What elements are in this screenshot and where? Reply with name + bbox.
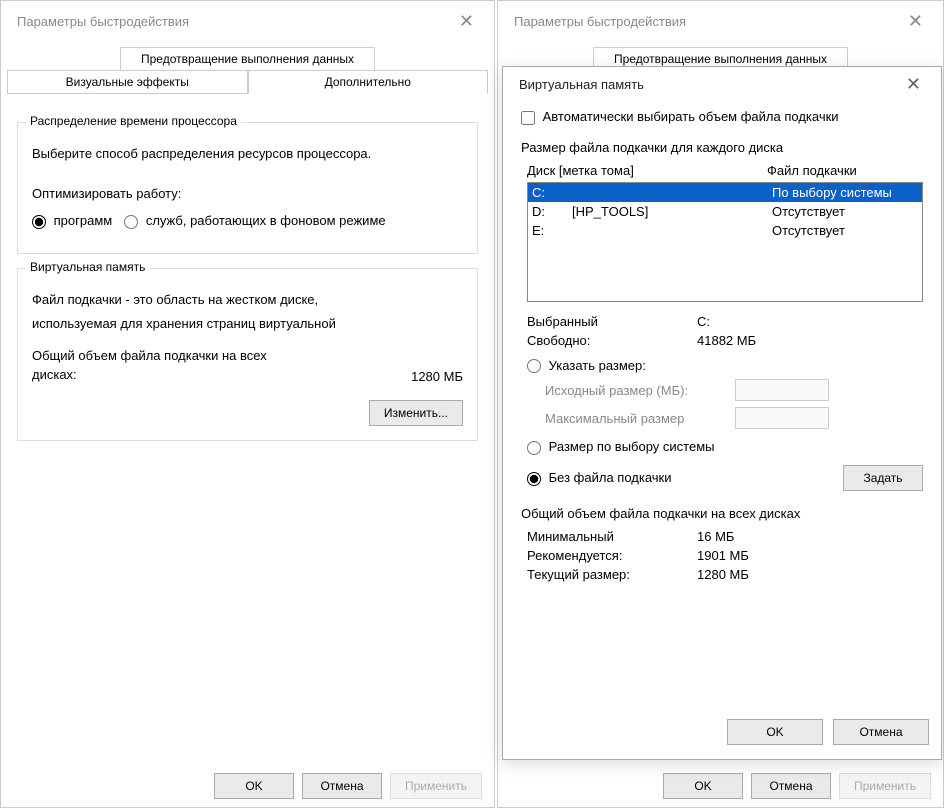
total-pf-header: Общий объем файла подкачки на всех диска… [521,505,923,523]
ok-button-2[interactable]: OK [663,773,743,799]
auto-manage-checkbox-input[interactable] [521,111,535,125]
titlebar: Параметры быстродействия ✕ [1,1,494,41]
radio-custom-size-label: Указать размер: [549,358,646,373]
radio-system-managed-label: Размер по выбору системы [549,439,715,454]
initial-size-label: Исходный размер (МБ): [545,383,735,398]
set-button[interactable]: Задать [843,465,923,491]
drive-letter: D: [532,204,572,219]
vm-dialog-title: Виртуальная память [519,77,896,92]
drive-row[interactable]: C: По выбору системы [528,183,922,202]
recommended-label: Рекомендуется: [527,548,697,563]
radio-no-pagefile-input[interactable] [527,472,541,486]
radio-no-pagefile[interactable]: Без файла подкачки [527,470,843,486]
radio-services[interactable]: служб, работающих в фоновом режиме [124,213,385,229]
drive-label: [HP_TOOLS] [572,204,772,219]
initial-size-input [735,379,829,401]
cancel-button-2[interactable]: Отмена [751,773,831,799]
cpu-scheduling-group: Распределение времени процессора Выберит… [17,122,478,254]
ok-button[interactable]: OK [214,773,294,799]
tab-dep[interactable]: Предотвращение выполнения данных [120,47,375,70]
radio-programs-label: программ [54,213,113,228]
close-icon-2[interactable]: ✕ [898,5,933,38]
drive-pagefile: По выбору системы [772,185,918,200]
vm-cancel-button[interactable]: Отмена [833,719,929,745]
vm-titlebar: Виртуальная память ✕ [503,67,941,101]
vm-desc-2: используемая для хранения страниц виртуа… [32,315,463,333]
drive-list[interactable]: C: По выбору системы D:[HP_TOOLS]Отсутству… [527,182,923,302]
drive-letter: E: [532,223,572,238]
radio-services-label: служб, работающих в фоновом режиме [146,213,386,228]
change-button[interactable]: Изменить... [369,400,463,426]
drive-pagefile: Отсутствует [772,223,918,238]
virtual-memory-group: Виртуальная память Файл подкачки - это о… [17,268,478,441]
radio-services-input[interactable] [124,215,138,229]
performance-options-window-1: Параметры быстродействия ✕ Предотвращени… [0,0,495,808]
radio-custom-size-input[interactable] [527,359,541,373]
min-allowed-value: 16 МБ [697,529,734,544]
radio-programs[interactable]: программ [32,213,112,229]
vm-group-title: Виртуальная память [26,260,149,274]
apply-button: Применить [390,773,482,799]
drive-row[interactable]: E: Отсутствует [528,221,922,240]
drive-label [572,223,772,238]
cpu-desc: Выберите способ распределения ресурсов п… [32,145,463,163]
free-space-label: Свободно: [527,333,697,348]
close-icon-vm[interactable]: ✕ [896,68,931,101]
virtual-memory-dialog: Виртуальная память ✕ Автоматически выбир… [502,66,942,760]
pf-per-drive-label: Размер файла подкачки для каждого диска [521,139,923,157]
radio-system-managed[interactable]: Размер по выбору системы [527,439,715,454]
selected-drive-value: C: [697,314,710,329]
min-allowed-label: Минимальный [527,529,697,544]
window-title-2: Параметры быстродействия [514,14,898,29]
radio-programs-input[interactable] [32,215,46,229]
vm-desc-1: Файл подкачки - это область на жестком д… [32,291,463,309]
window-title: Параметры быстродействия [17,14,449,29]
tab-advanced[interactable]: Дополнительно [248,70,489,94]
tab-visual-effects[interactable]: Визуальные эффекты [7,70,248,94]
cancel-button[interactable]: Отмена [302,773,382,799]
radio-no-pagefile-label: Без файла подкачки [549,470,672,485]
max-size-input [735,407,829,429]
vm-total-label-1: Общий объем файла подкачки на всех [32,347,353,365]
drive-label [572,185,772,200]
cpu-group-title: Распределение времени процессора [26,114,241,128]
close-icon[interactable]: ✕ [449,5,484,38]
col-pagefile: Файл подкачки [767,163,857,178]
vm-ok-button[interactable]: OK [727,719,823,745]
drive-row[interactable]: D:[HP_TOOLS]Отсутствует [528,202,922,221]
vm-total-value: 1280 МБ [353,369,463,384]
radio-custom-size[interactable]: Указать размер: [527,358,646,373]
radio-system-managed-input[interactable] [527,441,541,455]
vm-total-label-2: дисках: [32,366,353,384]
free-space-value: 41882 МБ [697,333,756,348]
auto-manage-label: Автоматически выбирать объем файла подка… [543,109,839,124]
col-drive: Диск [метка тома] [527,163,767,178]
current-label: Текущий размер: [527,567,697,582]
auto-manage-checkbox[interactable]: Автоматически выбирать объем файла подка… [521,109,839,124]
recommended-value: 1901 МБ [697,548,749,563]
drive-letter: C: [532,185,572,200]
apply-button-2: Применить [839,773,931,799]
max-size-label: Максимальный размер [545,411,735,426]
titlebar-2: Параметры быстродействия ✕ [498,1,943,41]
selected-drive-label: Выбранный [527,314,697,329]
optimize-label: Оптимизировать работу: [32,185,463,203]
current-value: 1280 МБ [697,567,749,582]
drive-pagefile: Отсутствует [772,204,918,219]
